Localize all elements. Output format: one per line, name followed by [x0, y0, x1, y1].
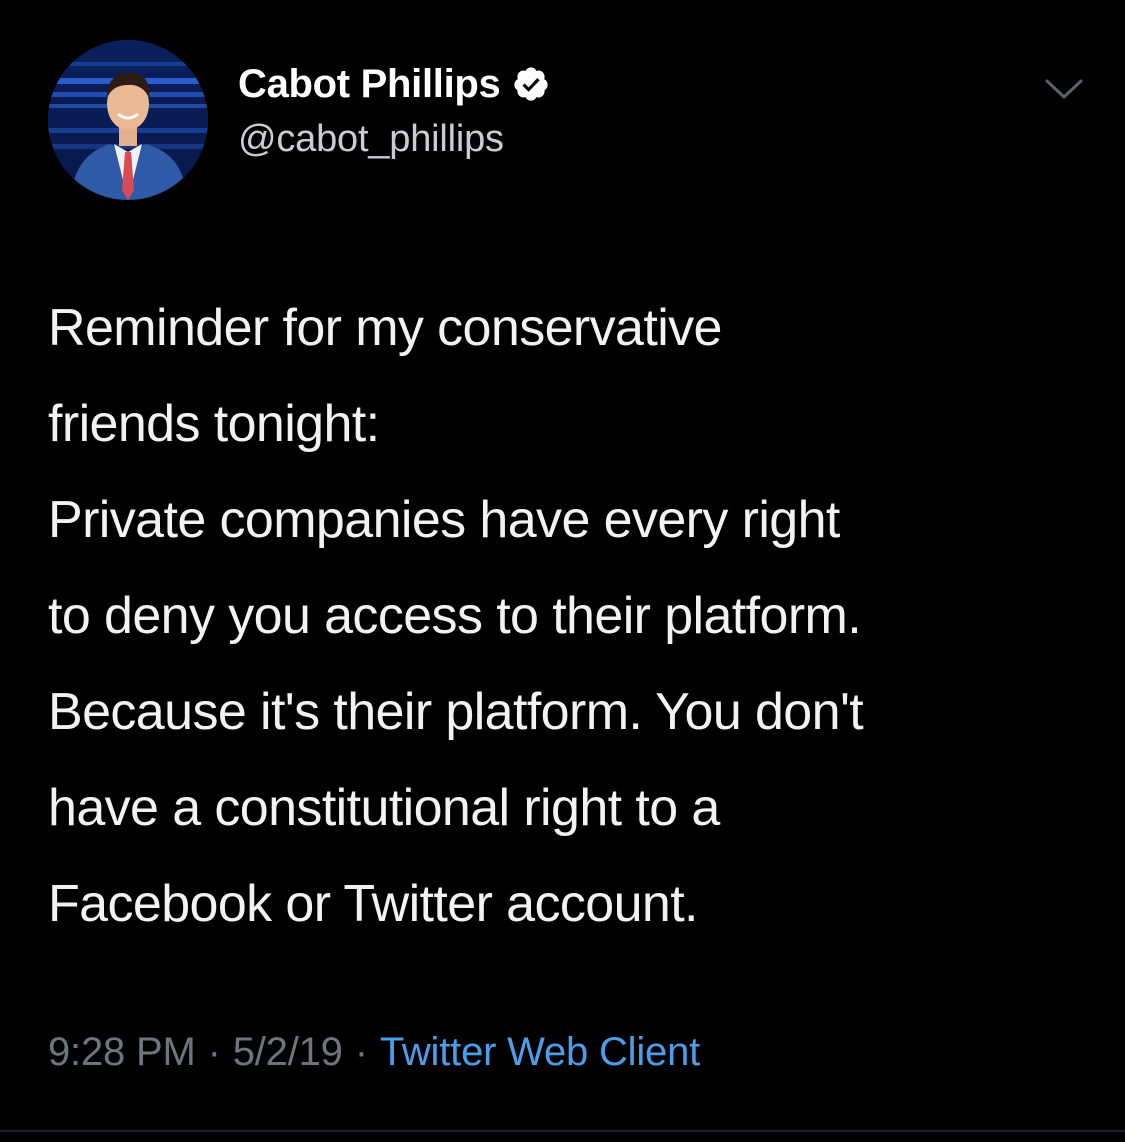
tweet-source-link[interactable]: Twitter Web Client: [380, 1030, 700, 1074]
tweet-text-line: Reminder for my conservative: [48, 299, 722, 357]
author-handle[interactable]: @cabot_phillips: [238, 118, 504, 161]
tweet-meta: 9:28 PM · 5/2/19 · Twitter Web Client: [48, 1030, 700, 1075]
tweet-date[interactable]: 5/2/19: [233, 1030, 343, 1074]
avatar-image: [48, 40, 208, 200]
tweet-card: Cabot Phillips @cabot_phillips Reminder …: [0, 0, 1125, 1142]
tweet-time[interactable]: 9:28 PM: [48, 1030, 196, 1074]
avatar[interactable]: [48, 40, 208, 200]
divider: [0, 1130, 1125, 1132]
meta-separator: ·: [207, 1030, 221, 1074]
meta-separator: ·: [354, 1030, 368, 1074]
tweet-text-line: friends tonight:: [48, 395, 380, 453]
verified-badge-icon: [512, 65, 550, 103]
tweet-text-line: to deny you access to their platform.: [48, 587, 862, 645]
tweet-text: Reminder for my conservative friends ton…: [48, 280, 1098, 952]
tweet-text-line: have a constitutional right to a: [48, 779, 720, 837]
author-display-name[interactable]: Cabot Phillips: [238, 62, 501, 107]
tweet-paragraph: Private companies have every right to de…: [48, 472, 1098, 952]
tweet-text-line: Because it's their platform. You don't: [48, 683, 864, 741]
tweet-text-line: Facebook or Twitter account.: [48, 875, 699, 933]
author-name-row: Cabot Phillips: [238, 58, 550, 110]
tweet-text-line: Private companies have every right: [48, 491, 840, 549]
tweet-paragraph: Reminder for my conservative friends ton…: [48, 280, 1098, 472]
chevron-down-icon[interactable]: [1043, 74, 1085, 104]
